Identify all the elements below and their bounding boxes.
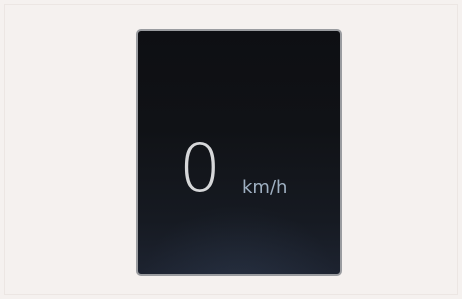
speed-value: 0 bbox=[179, 130, 221, 207]
speed-unit-label: km/h bbox=[242, 177, 288, 198]
speedometer-panel: 0 km/h bbox=[136, 29, 342, 276]
